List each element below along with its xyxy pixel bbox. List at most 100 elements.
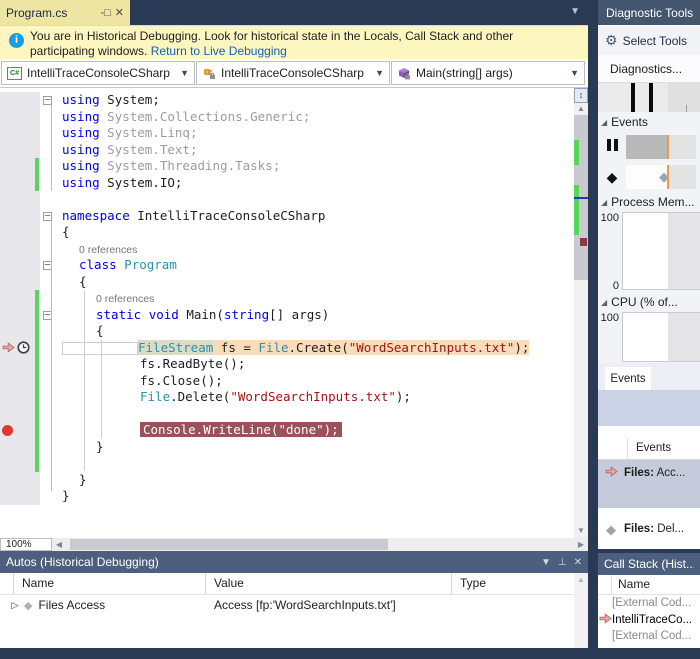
code-line[interactable]: – using System;: [0, 92, 574, 109]
autos-column-type[interactable]: Type: [452, 573, 574, 594]
document-list-chevron-icon[interactable]: ▼: [570, 6, 580, 17]
event-row[interactable]: Files: Acc...: [598, 460, 700, 508]
scroll-up-arrow-icon[interactable]: ▲: [574, 573, 588, 587]
scroll-left-arrow-icon[interactable]: ◀: [52, 540, 66, 549]
breakpoint-gutter[interactable]: [0, 306, 34, 323]
code-line[interactable]: }: [0, 488, 574, 505]
code-line[interactable]: Console.WriteLine("done");: [0, 422, 574, 439]
call-stack-frame-row[interactable]: IntelliTraceCo...: [598, 612, 700, 629]
splitter-handle-icon[interactable]: ↕: [574, 88, 588, 103]
code-line[interactable]: – class Program: [0, 257, 574, 274]
member-dropdown[interactable]: Main(string[] args) ▼: [391, 61, 585, 85]
code-line[interactable]: – static void Main(string[] args): [0, 306, 574, 323]
outlining-line: [51, 105, 52, 191]
scroll-down-arrow-icon[interactable]: ▼: [574, 525, 588, 537]
horizontal-scrollbar[interactable]: [66, 538, 574, 551]
breakpoint-gutter[interactable]: [0, 125, 34, 142]
code-line[interactable]: {: [0, 273, 574, 290]
breakpoint-gutter[interactable]: [0, 356, 34, 373]
breakpoint-gutter[interactable]: [0, 273, 34, 290]
code-line[interactable]: FileStream fs = File.Create("WordSearchI…: [0, 339, 574, 356]
breakpoint-gutter[interactable]: [0, 92, 34, 109]
breakpoint-gutter[interactable]: [0, 158, 34, 175]
breakpoint-gutter[interactable]: [0, 422, 34, 439]
codelens-references[interactable]: 0 references: [96, 293, 154, 305]
breakpoint-dot[interactable]: [2, 424, 13, 436]
breakpoint-gutter[interactable]: [0, 323, 34, 340]
autos-row[interactable]: ▷ ◆ Files Access Access [fp:'WordSearchInpu…: [0, 595, 588, 615]
change-bar: [35, 389, 39, 406]
breakpoint-gutter[interactable]: [0, 224, 34, 241]
memory-section-header[interactable]: ◢ Process Mem...: [598, 192, 700, 212]
collapse-region-button[interactable]: –: [43, 211, 52, 221]
event-row[interactable]: ◆ Files: Del...: [598, 516, 700, 546]
expand-arrow-icon[interactable]: ▷: [8, 600, 22, 611]
breakpoint-gutter[interactable]: [0, 372, 34, 389]
collapse-region-button[interactable]: –: [43, 96, 52, 105]
window-menu-chevron-icon[interactable]: ▼: [541, 557, 551, 568]
scroll-right-arrow-icon[interactable]: ▶: [574, 540, 588, 549]
breakpoint-gutter[interactable]: [0, 488, 34, 505]
breakpoint-gutter[interactable]: [0, 438, 34, 455]
code-line[interactable]: {: [0, 323, 574, 340]
editor-zoom-control[interactable]: 100%: [0, 538, 52, 551]
code-line[interactable]: File.Delete("WordSearchInputs.txt");: [0, 389, 574, 406]
diagnostics-timeline-ruler[interactable]: [598, 82, 700, 112]
breakpoint-gutter[interactable]: [0, 174, 34, 191]
breakpoint-gutter[interactable]: [0, 108, 34, 125]
select-tools-button[interactable]: ⚙ Select Tools: [598, 25, 700, 55]
tab-events[interactable]: Events: [605, 367, 651, 390]
breakpoint-gutter[interactable]: [0, 191, 34, 208]
tab-program-cs[interactable]: Program.cs -□ ✕: [0, 0, 130, 25]
breakpoint-gutter[interactable]: [0, 207, 34, 224]
code-line[interactable]: using System.Collections.Generic;: [0, 108, 574, 125]
breakpoint-gutter[interactable]: [0, 471, 34, 488]
call-stack-frame-row[interactable]: [External Cod...: [598, 628, 700, 645]
events-section-header[interactable]: ◢ Events: [598, 112, 700, 132]
autos-column-name[interactable]: Name: [14, 573, 206, 594]
autos-scrollbar[interactable]: ▲: [574, 573, 588, 648]
code-line[interactable]: using System.Text;: [0, 141, 574, 158]
events-list-header: Events: [598, 438, 700, 460]
code-line[interactable]: [0, 191, 574, 208]
code-line[interactable]: fs.Close();: [0, 372, 574, 389]
code-line[interactable]: [0, 405, 574, 422]
breakpoint-gutter[interactable]: [0, 141, 34, 158]
breakpoint-gutter[interactable]: [0, 290, 34, 307]
breakpoint-gutter[interactable]: [0, 455, 34, 472]
diagnostics-session-dropdown[interactable]: Diagnostics...: [598, 55, 700, 82]
breakpoint-gutter[interactable]: [0, 339, 34, 356]
code-line[interactable]: }: [0, 438, 574, 455]
code-line[interactable]: using System.Linq;: [0, 125, 574, 142]
code-line[interactable]: using System.IO;: [0, 174, 574, 191]
code-line[interactable]: [0, 455, 574, 472]
scroll-up-arrow-icon[interactable]: ▲: [574, 103, 588, 115]
code-line[interactable]: }: [0, 471, 574, 488]
code-line[interactable]: {: [0, 224, 574, 241]
pin-icon[interactable]: -□: [100, 7, 110, 19]
autos-column-value[interactable]: Value: [206, 573, 452, 594]
close-icon[interactable]: ✕: [574, 557, 582, 568]
code-line[interactable]: 0 references: [0, 290, 574, 307]
events-list-header-label[interactable]: Events: [628, 438, 671, 459]
project-dropdown[interactable]: C# IntelliTraceConsoleCSharp ▼: [1, 61, 195, 85]
horizontal-scrollbar-thumb[interactable]: [70, 539, 388, 550]
call-stack-frame-row[interactable]: [External Cod...: [598, 595, 700, 612]
code-line[interactable]: using System.Threading.Tasks;: [0, 158, 574, 175]
call-stack-column-name[interactable]: Name: [612, 575, 650, 594]
vertical-scrollbar[interactable]: ↕ ▲ ▼: [574, 88, 588, 538]
pin-icon[interactable]: ⊥: [558, 557, 567, 568]
breakpoint-gutter[interactable]: [0, 405, 34, 422]
close-icon[interactable]: ✕: [115, 6, 124, 19]
breakpoint-gutter[interactable]: [0, 240, 34, 257]
return-to-live-debugging-link[interactable]: Return to Live Debugging: [151, 44, 287, 58]
code-line[interactable]: 0 references: [0, 240, 574, 257]
code-line[interactable]: fs.ReadByte();: [0, 356, 574, 373]
codelens-references[interactable]: 0 references: [79, 244, 137, 256]
cpu-section-header[interactable]: ◢ CPU (% of...: [598, 292, 700, 312]
code-line[interactable]: – namespace IntelliTraceConsoleCSharp: [0, 207, 574, 224]
breakpoint-gutter[interactable]: [0, 257, 34, 274]
breakpoint-gutter[interactable]: [0, 389, 34, 406]
type-dropdown[interactable]: IntelliTraceConsoleCSharp ▼: [196, 61, 390, 85]
code-editor[interactable]: – using System; using System.Collections.G…: [0, 88, 588, 538]
